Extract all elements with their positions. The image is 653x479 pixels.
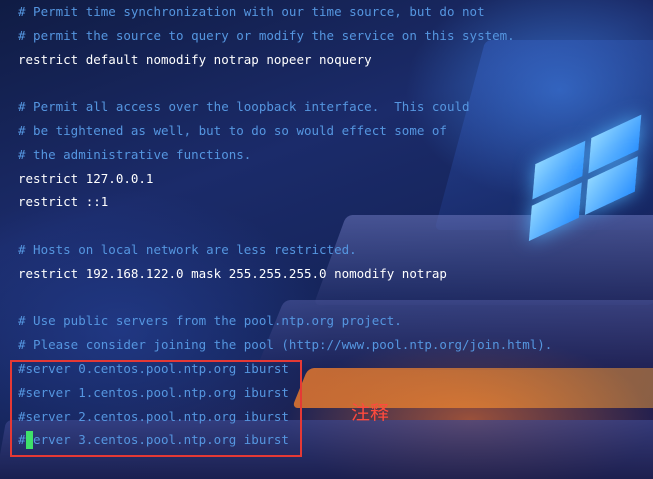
config-line: restrict 127.0.0.1 xyxy=(18,170,154,186)
config-line: restrict ::1 xyxy=(18,194,109,210)
text-cursor xyxy=(26,431,33,449)
config-line: restrict 192.168.122.0 mask 255.255.255.… xyxy=(18,265,447,281)
config-line: restrict default nomodify notrap nopeer … xyxy=(18,51,372,67)
comment-line: # Use public servers from the pool.ntp.o… xyxy=(18,313,402,329)
comment-line: # permit the source to query or modify t… xyxy=(18,27,515,43)
comment-line: # be tightened as well, but to do so wou… xyxy=(18,122,447,138)
comment-line: # Please consider joining the pool (http… xyxy=(18,337,553,353)
comment-line: # Hosts on local network are less restri… xyxy=(18,241,357,257)
comment-line: # Permit time synchronization with our t… xyxy=(18,4,485,19)
highlight-box xyxy=(10,360,302,457)
comment-line: # the administrative functions. xyxy=(18,146,252,162)
annotation-label: 注释 xyxy=(351,402,390,424)
comment-line: # Permit all access over the loopback in… xyxy=(18,99,470,115)
